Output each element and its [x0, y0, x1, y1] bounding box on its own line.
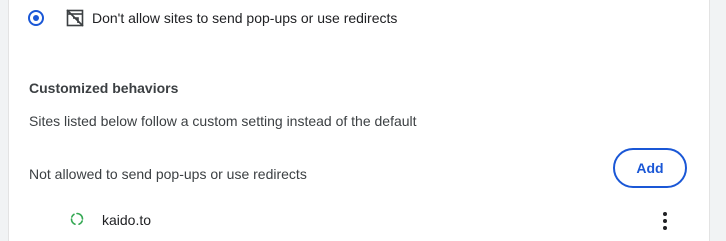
add-site-button[interactable]: Add — [613, 148, 687, 188]
default-behavior-option[interactable]: Don't allow sites to send pop-ups or use… — [9, 0, 709, 38]
loading-spinner-icon — [70, 212, 84, 225]
radio-button-selected[interactable] — [28, 10, 44, 26]
popup-blocked-icon — [66, 9, 84, 27]
settings-card: Don't allow sites to send pop-ups or use… — [8, 0, 710, 241]
customized-behaviors-heading: Customized behaviors — [29, 80, 179, 96]
customized-behaviors-description: Sites listed below follow a custom setti… — [29, 113, 417, 129]
site-name: kaido.to — [102, 212, 152, 228]
not-allowed-list-header: Not allowed to send pop-ups or use redir… — [29, 166, 307, 182]
default-option-label: Don't allow sites to send pop-ups or use… — [92, 10, 398, 26]
site-list-item[interactable]: kaido.to — [9, 205, 709, 235]
more-vert-icon[interactable] — [653, 209, 677, 233]
